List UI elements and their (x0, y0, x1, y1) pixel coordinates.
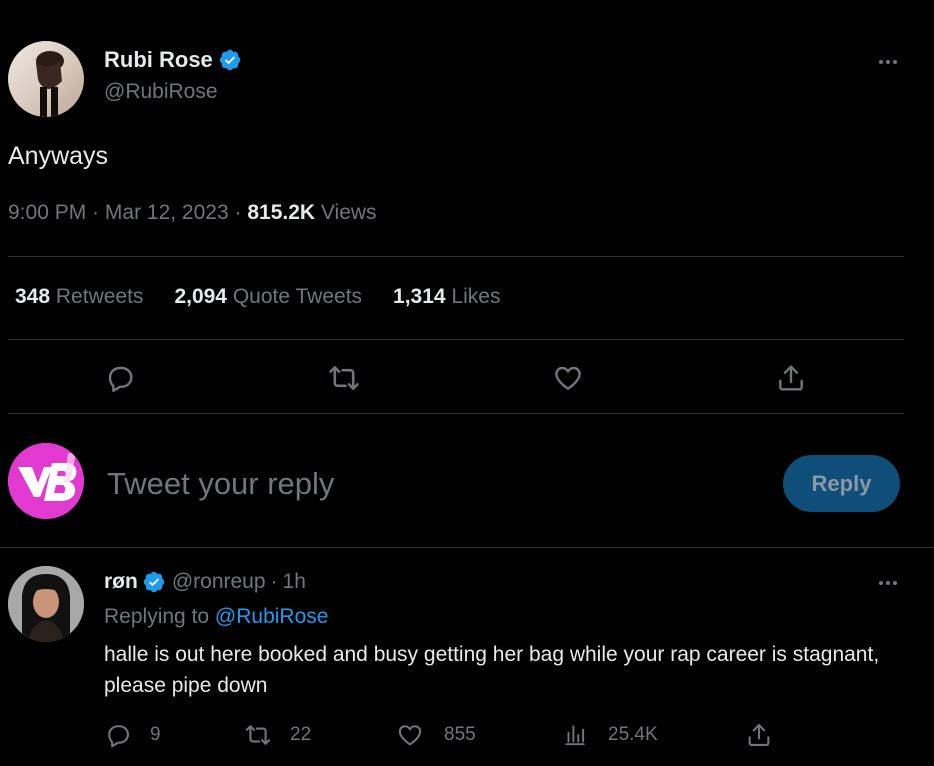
replying-to: Replying to @RubiRose (104, 605, 328, 629)
divider (8, 256, 904, 257)
reply-text: halle is out here booked and busy gettin… (104, 643, 880, 697)
views-label: Views (320, 201, 377, 224)
tweet-time[interactable]: 9:00 PM (8, 201, 86, 224)
share-icon[interactable] (745, 721, 773, 749)
views-count: 815.2K (247, 201, 316, 224)
quotes-label: Quote Tweets (232, 285, 363, 308)
meta-separator: · (92, 201, 100, 224)
tweet-date[interactable]: Mar 12, 2023 (105, 201, 229, 224)
reply-author-name[interactable]: røn (104, 570, 138, 594)
retweets-count: 348 (15, 285, 51, 308)
author-name[interactable]: Rubi Rose (104, 47, 213, 73)
reply-author-handle[interactable]: @ronreup (172, 570, 266, 594)
divider (8, 413, 904, 414)
retweets-label: Retweets (55, 285, 144, 308)
quotes-stat[interactable]: 2,094 Quote Tweets (174, 285, 362, 309)
heart-icon[interactable] (550, 360, 586, 396)
retweet-count: 22 (290, 724, 312, 745)
retweet-icon[interactable] (326, 360, 362, 396)
reply-input[interactable]: Tweet your reply (107, 466, 334, 502)
meta-separator: · (270, 570, 278, 593)
reply-action-like[interactable]: 855 (396, 721, 476, 749)
replying-to-label: Replying to (104, 605, 210, 628)
heart-icon (396, 721, 424, 749)
verified-badge-icon (142, 570, 166, 594)
reply-icon (104, 721, 132, 749)
likes-count: 1,314 (393, 285, 446, 308)
author-handle[interactable]: @RubiRose (104, 80, 218, 104)
reply-action-retweet[interactable]: 22 (243, 721, 311, 749)
quotes-count: 2,094 (174, 285, 227, 308)
divider (0, 547, 934, 548)
view-count: 25.4K (608, 724, 658, 745)
retweet-icon (243, 721, 273, 749)
more-icon[interactable] (874, 571, 902, 595)
reply-action-reply[interactable]: 9 (104, 721, 161, 749)
likes-label: Likes (451, 285, 501, 308)
share-icon[interactable] (773, 360, 809, 396)
like-count: 855 (444, 724, 476, 745)
reply-icon[interactable] (102, 360, 138, 396)
reply-button[interactable]: Reply (783, 455, 900, 512)
user-avatar[interactable] (8, 443, 84, 519)
likes-stat[interactable]: 1,314 Likes (393, 285, 500, 309)
views-icon (562, 721, 588, 749)
reply-count: 9 (150, 724, 161, 745)
reply-time[interactable]: 1h (283, 570, 306, 594)
retweets-stat[interactable]: 348 Retweets (15, 285, 143, 309)
tweet-meta: 9:00 PM · Mar 12, 2023 · 815.2K Views (8, 201, 377, 225)
reply-author-avatar[interactable] (8, 566, 84, 642)
meta-separator: · (234, 201, 242, 224)
author-avatar[interactable] (8, 41, 84, 117)
divider (8, 339, 904, 340)
more-icon[interactable] (874, 50, 902, 74)
tweet-text: Anyways (8, 142, 109, 170)
verified-badge-icon (218, 48, 242, 72)
reply-action-views[interactable]: 25.4K (562, 721, 658, 749)
replying-to-handle[interactable]: @RubiRose (215, 605, 329, 628)
